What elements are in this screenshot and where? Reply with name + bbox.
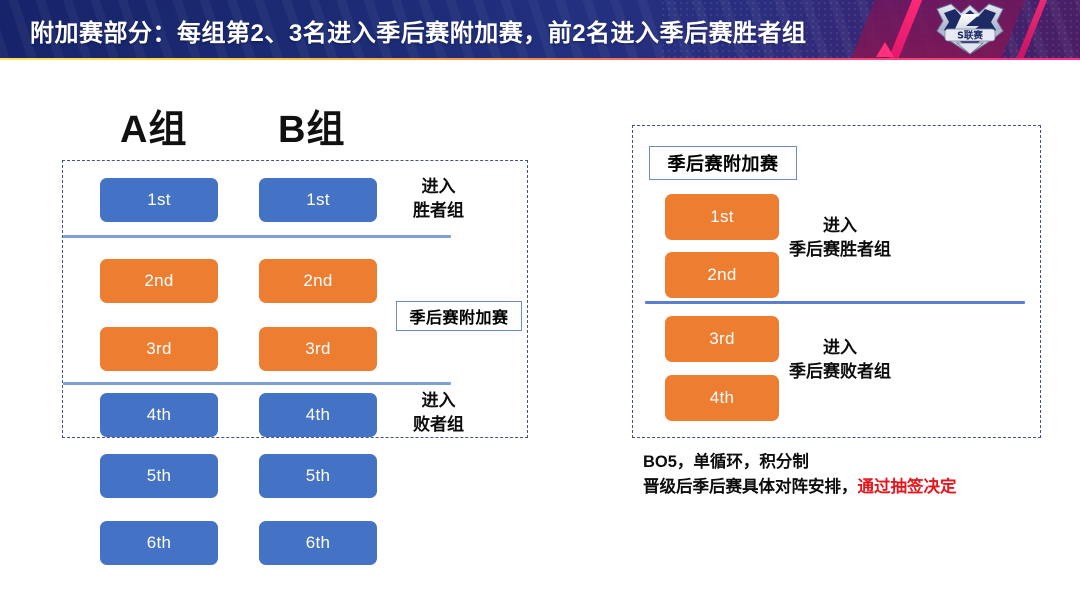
note-seeding-prefix: 晋级后季后赛具体对阵安排， xyxy=(643,478,858,496)
label-enter-losers-line1: 进入 xyxy=(421,391,456,410)
note-seeding: 晋级后季后赛具体对阵安排，通过抽签决定 xyxy=(643,473,957,497)
label-playoff-tiebreaker-left: 季后赛附加赛 xyxy=(396,301,522,331)
label-enter-playoff-winners: 进入 季后赛胜者组 xyxy=(789,214,891,262)
label-enter-playoff-losers: 进入 季后赛败者组 xyxy=(789,336,891,384)
label-enter-winners-line2: 胜者组 xyxy=(413,201,464,221)
playoff-rank-box-1st[interactable]: 1st xyxy=(665,194,779,240)
group-a-heading: A组 xyxy=(120,109,188,151)
playoff-tiebreaker-title: 季后赛附加赛 xyxy=(649,146,797,180)
label-enter-losers-line2: 败者组 xyxy=(413,415,464,435)
rank-box-a-1st[interactable]: 1st xyxy=(100,178,218,222)
rank-box-b-6th[interactable]: 6th xyxy=(259,521,377,565)
emblem-text: S联赛 xyxy=(957,29,983,41)
rank-box-b-5th[interactable]: 5th xyxy=(259,454,377,498)
label-enter-winners-bracket: 进入 胜者组 xyxy=(413,175,464,223)
playoff-rank-box-3rd[interactable]: 3rd xyxy=(665,316,779,362)
rank-box-b-2nd[interactable]: 2nd xyxy=(259,259,377,303)
rank-box-b-3rd[interactable]: 3rd xyxy=(259,327,377,371)
note-seeding-highlight: 通过抽签决定 xyxy=(857,478,957,496)
banner-triangle-icon xyxy=(876,42,894,57)
rank-box-a-5th[interactable]: 5th xyxy=(100,454,218,498)
label-enter-playoff-losers-line1: 进入 xyxy=(823,338,857,357)
separator-winners xyxy=(63,235,451,238)
page-title: 附加赛部分：每组第2、3名进入季后赛附加赛，前2名进入季后赛胜者组 xyxy=(30,20,807,47)
note-format: BO5，单循环，积分制 xyxy=(643,453,809,471)
group-b-heading: B组 xyxy=(278,109,346,151)
s-league-emblem-icon: S联赛 xyxy=(931,1,1009,57)
rank-box-a-6th[interactable]: 6th xyxy=(100,521,218,565)
separator-losers xyxy=(63,382,451,385)
rank-box-a-4th[interactable]: 4th xyxy=(100,393,218,437)
rank-box-b-4th[interactable]: 4th xyxy=(259,393,377,437)
header-banner: 附加赛部分：每组第2、3名进入季后赛附加赛，前2名进入季后赛胜者组 S联赛 xyxy=(0,0,1080,58)
separator-playoff xyxy=(645,301,1025,304)
playoff-rank-box-4th[interactable]: 4th xyxy=(665,375,779,421)
label-enter-playoff-losers-line2: 季后赛败者组 xyxy=(789,362,891,382)
banner-accent-underline xyxy=(0,58,1080,60)
label-enter-winners-line1: 进入 xyxy=(421,177,456,196)
label-enter-playoff-winners-line1: 进入 xyxy=(823,216,857,235)
rank-box-a-3rd[interactable]: 3rd xyxy=(100,327,218,371)
playoff-rank-box-2nd[interactable]: 2nd xyxy=(665,252,779,298)
rank-box-a-2nd[interactable]: 2nd xyxy=(100,259,218,303)
rank-box-b-1st[interactable]: 1st xyxy=(259,178,377,222)
label-enter-playoff-winners-line2: 季后赛胜者组 xyxy=(789,240,891,260)
label-enter-losers-bracket: 进入 败者组 xyxy=(413,389,464,437)
